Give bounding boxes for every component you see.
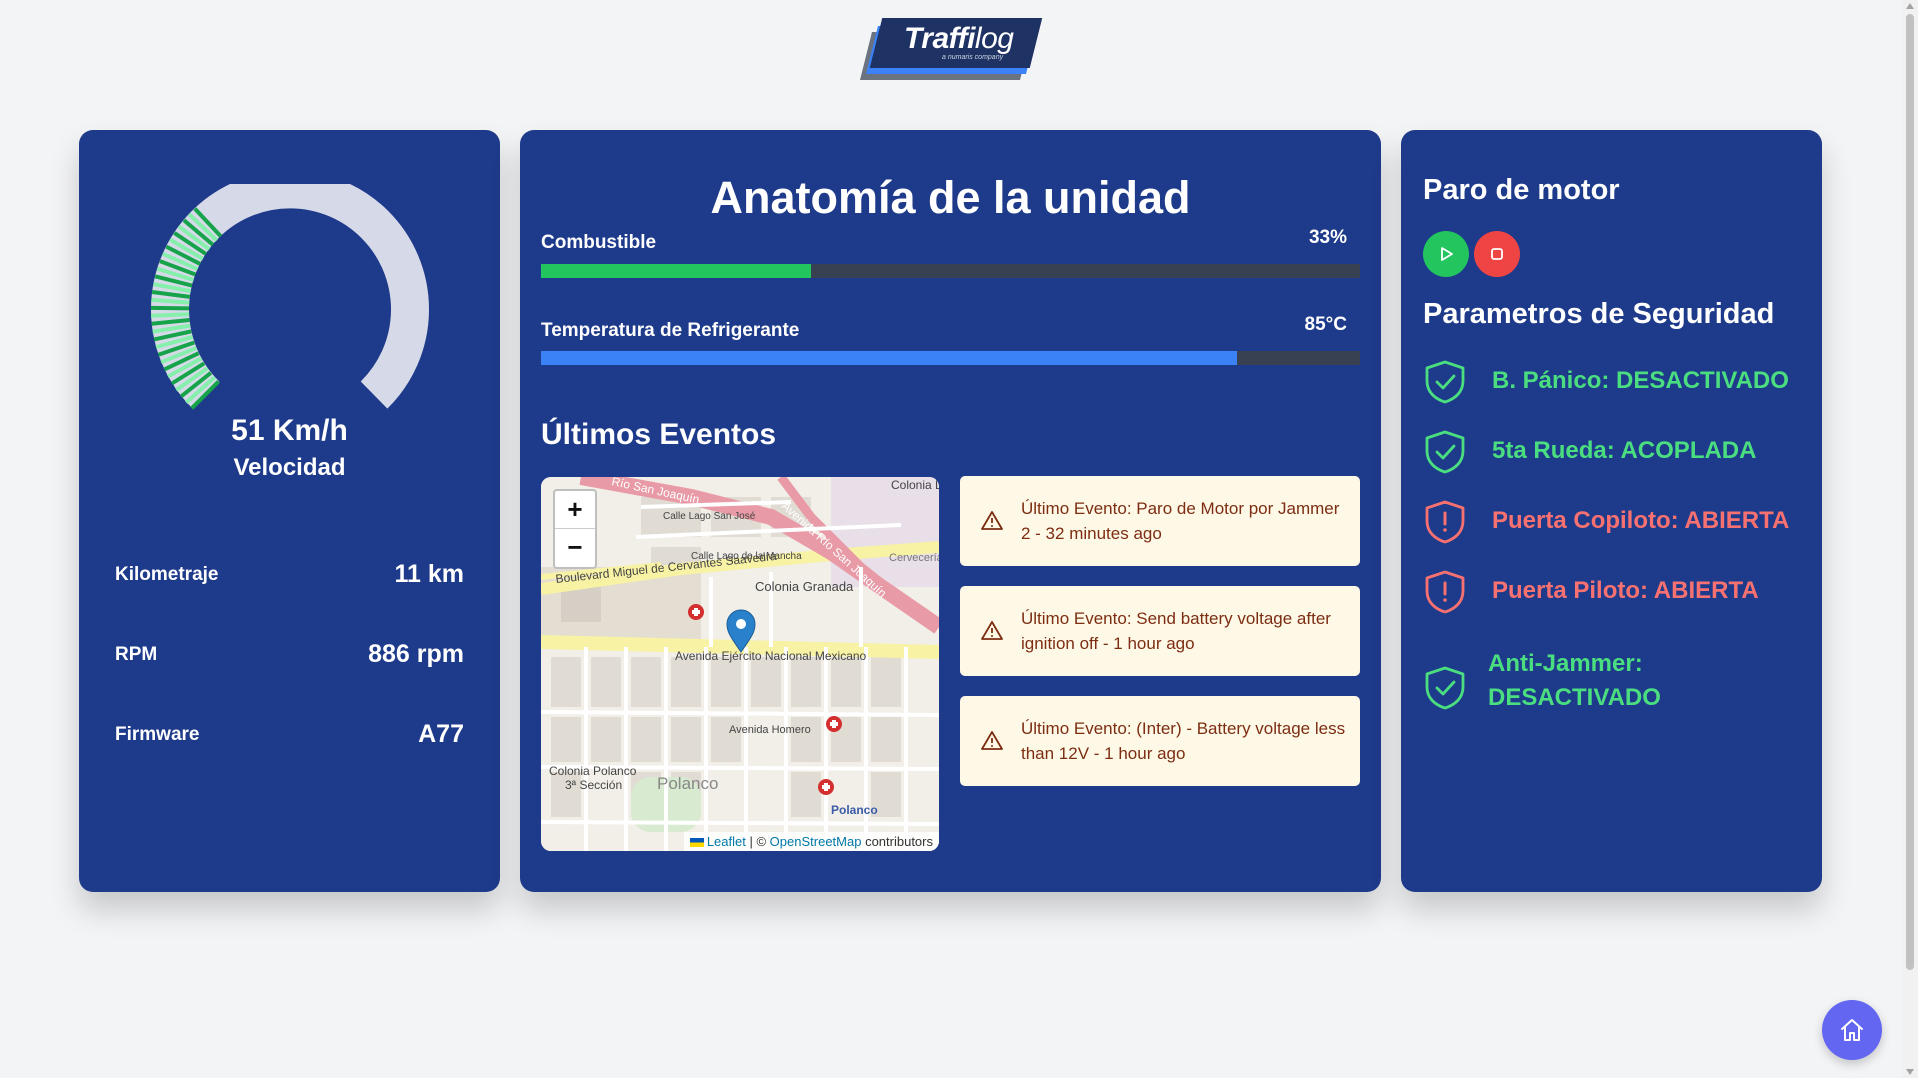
map-zoom-control: + − <box>553 489 597 569</box>
stat-label: Firmware <box>115 724 200 745</box>
warning-icon <box>981 621 1003 640</box>
map-label-calle-lago-sanjose: Calle Lago San José <box>663 511 756 522</box>
scroll-down-arrow-icon[interactable] <box>1906 1069 1914 1075</box>
anatomy-card: Anatomía de la unidad Combustible 33% Te… <box>520 130 1381 892</box>
stat-row-kilometraje: Kilometraje 11 km <box>115 558 464 592</box>
map-label-cerveceria: Cervecería Modelo <box>889 552 939 564</box>
logo-tagline: a numaris company <box>942 54 1004 61</box>
stat-value: A77 <box>418 720 464 748</box>
leaflet-link[interactable]: Leaflet <box>707 834 746 849</box>
shield-check-icon <box>1425 666 1465 710</box>
shield-check-icon <box>1425 430 1465 474</box>
shield-check-icon <box>1425 360 1465 404</box>
stat-value: 886 rpm <box>368 640 464 668</box>
fuel-bar <box>541 264 1360 278</box>
play-icon <box>1441 247 1453 261</box>
security-text-line1: Anti-Jammer: <box>1488 650 1643 677</box>
home-icon <box>1841 1019 1863 1041</box>
hospital-icon <box>826 716 842 732</box>
speed-gauge <box>151 184 429 410</box>
map-label-tercera-seccion: 3ª Sección <box>565 778 622 792</box>
stop-icon <box>1491 248 1503 260</box>
event-alert: Último Evento: (Inter) - Battery voltage… <box>960 696 1360 786</box>
fuel-bar-fill <box>541 264 812 278</box>
event-text: Último Evento: (Inter) - Battery voltage… <box>1021 719 1346 763</box>
event-alert: Último Evento: Paro de Motor por Jammer … <box>960 476 1360 566</box>
page-scrollbar[interactable] <box>1902 0 1918 1078</box>
gauge-tick <box>151 297 190 305</box>
stat-value: 11 km <box>394 560 464 588</box>
map-label-avenida-ejercito: Avenida Ejército Nacional Mexicano <box>675 649 867 663</box>
map-label-polanco-station: Polanco <box>831 803 878 817</box>
zoom-out-button[interactable]: − <box>555 528 595 566</box>
engine-stop-title: Paro de motor <box>1423 174 1620 206</box>
security-title: Parametros de Seguridad <box>1423 298 1775 330</box>
fuel-label: Combustible <box>541 232 657 253</box>
map-label-colonia-polanco: Colonia Polanco <box>549 764 637 778</box>
traffilog-logo: Traffilog a numaris company <box>860 18 1043 82</box>
shield-alert-icon <box>1425 570 1465 614</box>
speed-value: 51 Km/h <box>231 414 348 447</box>
security-text: 5ta Rueda: ACOPLADA <box>1492 437 1757 464</box>
ukraine-flag-icon <box>689 838 704 848</box>
security-text: Puerta Copiloto: ABIERTA <box>1492 507 1790 534</box>
security-text: B. Pánico: DESACTIVADO <box>1492 367 1789 394</box>
security-card: Paro de motor Parametros de Seguridad B.… <box>1401 130 1822 892</box>
event-text: Último Evento: Paro de Motor por Jammer … <box>1021 499 1340 543</box>
gauge-tick <box>151 312 190 318</box>
scroll-up-arrow-icon[interactable] <box>1906 3 1914 9</box>
coolant-value: 85°C <box>1304 314 1347 335</box>
map-label-avenida-homero: Avenida Homero <box>729 724 811 736</box>
logo-brand-light: log <box>974 22 1014 55</box>
events-map[interactable]: Colonia Lagos Calle Lago San José Calle … <box>541 477 939 851</box>
security-text-line2: DESACTIVADO <box>1488 684 1661 711</box>
warning-icon <box>981 731 1003 750</box>
event-text: Último Evento: Send battery voltage afte… <box>1021 609 1331 653</box>
engine-start-button[interactable] <box>1423 231 1469 277</box>
events-title: Últimos Eventos <box>541 418 777 451</box>
map-label-colonia-granada: Colonia Granada <box>755 579 854 594</box>
warning-icon <box>981 511 1003 530</box>
fuel-value: 33% <box>1308 227 1347 248</box>
event-alert: Último Evento: Send battery voltage afte… <box>960 586 1360 676</box>
coolant-bar <box>541 351 1360 365</box>
hospital-icon <box>818 779 834 795</box>
engine-stop-button[interactable] <box>1474 231 1520 277</box>
map-label-polanco: Polanco <box>657 774 718 793</box>
attribution-separator: | © <box>745 834 770 849</box>
stat-label: Kilometraje <box>115 564 219 585</box>
shield-alert-icon <box>1425 500 1465 544</box>
attribution-tail: contributors <box>861 834 933 849</box>
speed-label: Velocidad <box>233 454 346 481</box>
hospital-icon <box>688 604 704 620</box>
map-tiles: Colonia Lagos Calle Lago San José Calle … <box>541 477 939 851</box>
logo-brand-bold: Traffi <box>904 22 975 55</box>
stat-row-firmware: Firmware A77 <box>115 718 464 752</box>
osm-link[interactable]: OpenStreetMap <box>770 834 862 849</box>
map-attribution: Leaflet | © OpenStreetMap contributors <box>683 832 939 851</box>
gauge-tick <box>151 305 190 311</box>
coolant-label: Temperatura de Refrigerante <box>541 320 800 341</box>
vehicle-stats-card: 51 Km/h Velocidad Kilometraje 11 km RPM … <box>79 130 500 892</box>
security-text: Puerta Piloto: ABIERTA <box>1492 577 1759 604</box>
coolant-bar-fill <box>541 351 1238 365</box>
home-button[interactable] <box>1822 1000 1882 1060</box>
stat-row-rpm: RPM 886 rpm <box>115 638 464 672</box>
anatomy-title: Anatomía de la unidad <box>710 172 1191 223</box>
scroll-thumb[interactable] <box>1906 14 1914 970</box>
map-label-colonia-lagos: Colonia Lagos <box>891 478 939 492</box>
stat-label: RPM <box>115 644 158 665</box>
zoom-in-button[interactable]: + <box>555 491 595 528</box>
